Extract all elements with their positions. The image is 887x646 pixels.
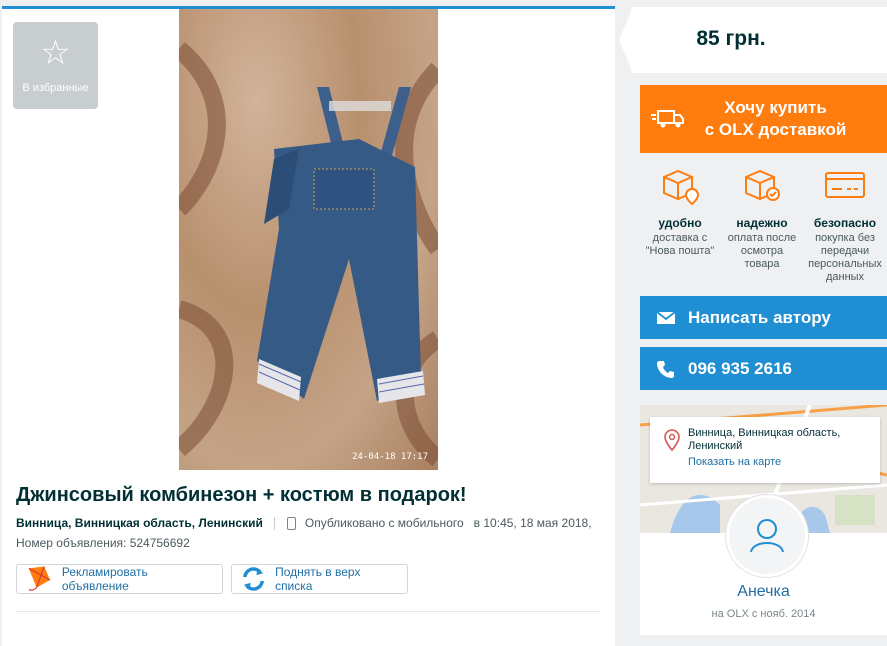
seller-name[interactable]: Анечка — [640, 583, 887, 601]
feature-title: удобно — [658, 216, 702, 230]
map-address: Винница, Винницкая область, Ленинский — [688, 427, 841, 452]
kite-icon — [28, 566, 51, 591]
box-check-icon — [745, 169, 780, 201]
show-phone-button[interactable]: 096 935 2616 — [640, 347, 887, 390]
price-label: 85 грн. — [696, 27, 766, 50]
divider — [274, 517, 276, 531]
delivery-box-pin-icon — [663, 169, 700, 206]
ad-title: Джинсовый комбинезон + костюм в подарок! — [16, 484, 467, 506]
published-mobile-label: Опубликовано с мобильного — [304, 516, 464, 530]
buy-with-delivery-line1: Хочу купить — [724, 98, 827, 117]
delivery-truck-icon — [651, 110, 684, 128]
add-to-favorites-button[interactable]: ☆ В избранные — [13, 22, 98, 109]
feature-title: надежно — [736, 216, 788, 230]
user-icon — [750, 519, 784, 553]
feature-desc: покупка без передачи персональных данных — [808, 232, 882, 283]
bump-ad-button[interactable]: Поднять в верх списка — [231, 564, 408, 594]
buy-with-delivery-button[interactable]: Хочу купить с OLX доставкой — [640, 85, 887, 153]
feature-title: безопасно — [813, 216, 877, 230]
show-on-map-link[interactable]: Показать на карте — [688, 456, 872, 468]
message-author-button[interactable]: Написать автору — [640, 296, 887, 339]
feature-reliable: надежно оплата после осмотра товара — [722, 165, 802, 271]
seller-card: Винница, Винницкая область, Ленинский По… — [640, 405, 887, 635]
ad-number: Номер объявления: 524756692 — [16, 536, 190, 550]
published-time: в 10:45, 18 мая 2018, — [473, 516, 592, 530]
feature-desc: доставка с "Нова пошта" — [645, 232, 715, 257]
card-icon — [825, 172, 865, 198]
location-pin-icon — [664, 429, 680, 451]
divider — [16, 611, 600, 612]
phone-icon — [657, 360, 674, 378]
map-address-popup: Винница, Винницкая область, Ленинский По… — [650, 417, 880, 483]
envelope-icon — [656, 310, 676, 324]
mobile-phone-icon — [286, 517, 296, 531]
phone-number: 096 935 2616 — [688, 358, 792, 378]
buy-with-delivery-line2: с OLX доставкой — [704, 120, 847, 139]
favorites-label: В избранные — [22, 82, 89, 94]
refresh-icon — [243, 567, 264, 591]
feature-safe: безопасно покупка без передачи персональ… — [805, 165, 885, 284]
price-notch — [619, 12, 631, 68]
seller-since: на OLX с нояб. 2014 — [711, 608, 816, 620]
ad-photo[interactable]: 24-04-18 17:17 — [179, 9, 438, 470]
feature-desc: оплата после осмотра товара — [727, 232, 797, 270]
photo-timestamp: 24-04-18 17:17 — [352, 452, 428, 462]
bump-ad-label: Поднять в верх списка — [275, 565, 361, 593]
promote-ad-button[interactable]: Рекламировать объявление — [16, 564, 223, 594]
message-author-label: Написать автору — [688, 307, 831, 327]
feature-convenient: удобно доставка с "Нова пошта" — [640, 165, 720, 258]
ad-meta: Винница, Винницкая область, Ленинский Оп… — [16, 516, 592, 531]
star-icon: ☆ — [40, 34, 71, 72]
delivery-features: удобно доставка с "Нова пошта" надежно о… — [640, 165, 887, 285]
overalls-image — [179, 42, 438, 467]
ad-location[interactable]: Винница, Винницкая область, Ленинский — [16, 516, 263, 530]
promote-ad-label: Рекламировать объявление — [61, 565, 148, 593]
avatar[interactable] — [726, 495, 808, 577]
